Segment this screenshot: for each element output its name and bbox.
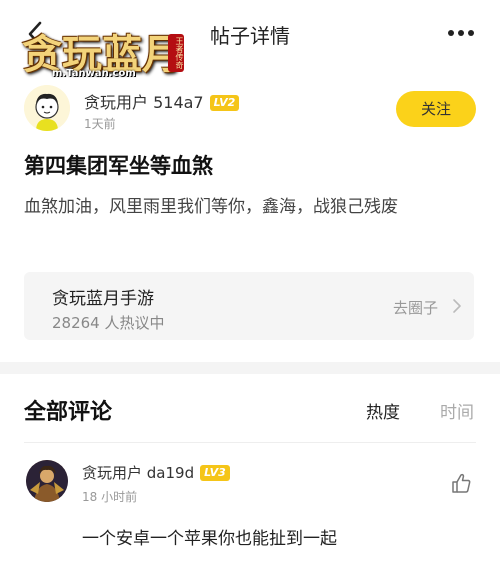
- post-title: 第四集团军坐等血煞: [24, 154, 213, 178]
- level-badge: LV3: [200, 465, 230, 481]
- author-name-text: 贪玩用户 514a7: [84, 93, 204, 112]
- level-badge: LV2: [209, 95, 240, 111]
- comment-author-text: 贪玩用户 da19d: [82, 464, 195, 482]
- more-icon[interactable]: [448, 30, 474, 38]
- post-time: 1天前: [84, 117, 116, 131]
- thumb-up-icon[interactable]: [450, 472, 472, 494]
- avatar[interactable]: [24, 85, 70, 131]
- avatar-illustration: [24, 85, 70, 131]
- post-author: 贪玩用户 514a7 LV2 1天前 关注: [24, 85, 476, 135]
- divider: [24, 442, 476, 443]
- circle-stats: 28264 人热议中: [52, 314, 165, 332]
- circle-card[interactable]: 贪玩蓝月手游 28264 人热议中 去圈子: [24, 272, 474, 340]
- sort-by-hot-tab[interactable]: 热度: [366, 398, 400, 423]
- avatar-illustration: [26, 460, 68, 502]
- comments-title: 全部评论: [24, 400, 113, 425]
- comment-text: 一个安卓一个苹果你也能扯到一起: [82, 529, 337, 549]
- page-title: 帖子详情: [210, 24, 290, 48]
- avatar[interactable]: [26, 460, 68, 502]
- comment-time: 18 小时前: [82, 490, 138, 504]
- comment-item: 贪玩用户 da19d LV3 18 小时前 一个安卓一个苹果你也能扯到一起: [24, 460, 476, 560]
- top-bar: 贪玩蓝月 m.Tanwan.com 王者传奇 帖子详情: [0, 0, 500, 79]
- comments-header: 全部评论 热度 时间: [24, 394, 476, 430]
- logo-url: m.Tanwan.com: [52, 68, 136, 79]
- section-divider: [0, 362, 500, 374]
- goto-circle-link[interactable]: 去圈子: [393, 297, 438, 318]
- author-name[interactable]: 贪玩用户 514a7 LV2: [84, 89, 240, 113]
- follow-button[interactable]: 关注: [396, 91, 476, 127]
- comment-author[interactable]: 贪玩用户 da19d LV3: [82, 462, 230, 483]
- post-body: 血煞加油，风里雨里我们等你，鑫海，战狼己残废: [24, 197, 398, 217]
- chevron-right-icon: [453, 299, 461, 313]
- sort-by-time-tab[interactable]: 时间: [440, 398, 474, 423]
- circle-name: 贪玩蓝月手游: [52, 289, 154, 309]
